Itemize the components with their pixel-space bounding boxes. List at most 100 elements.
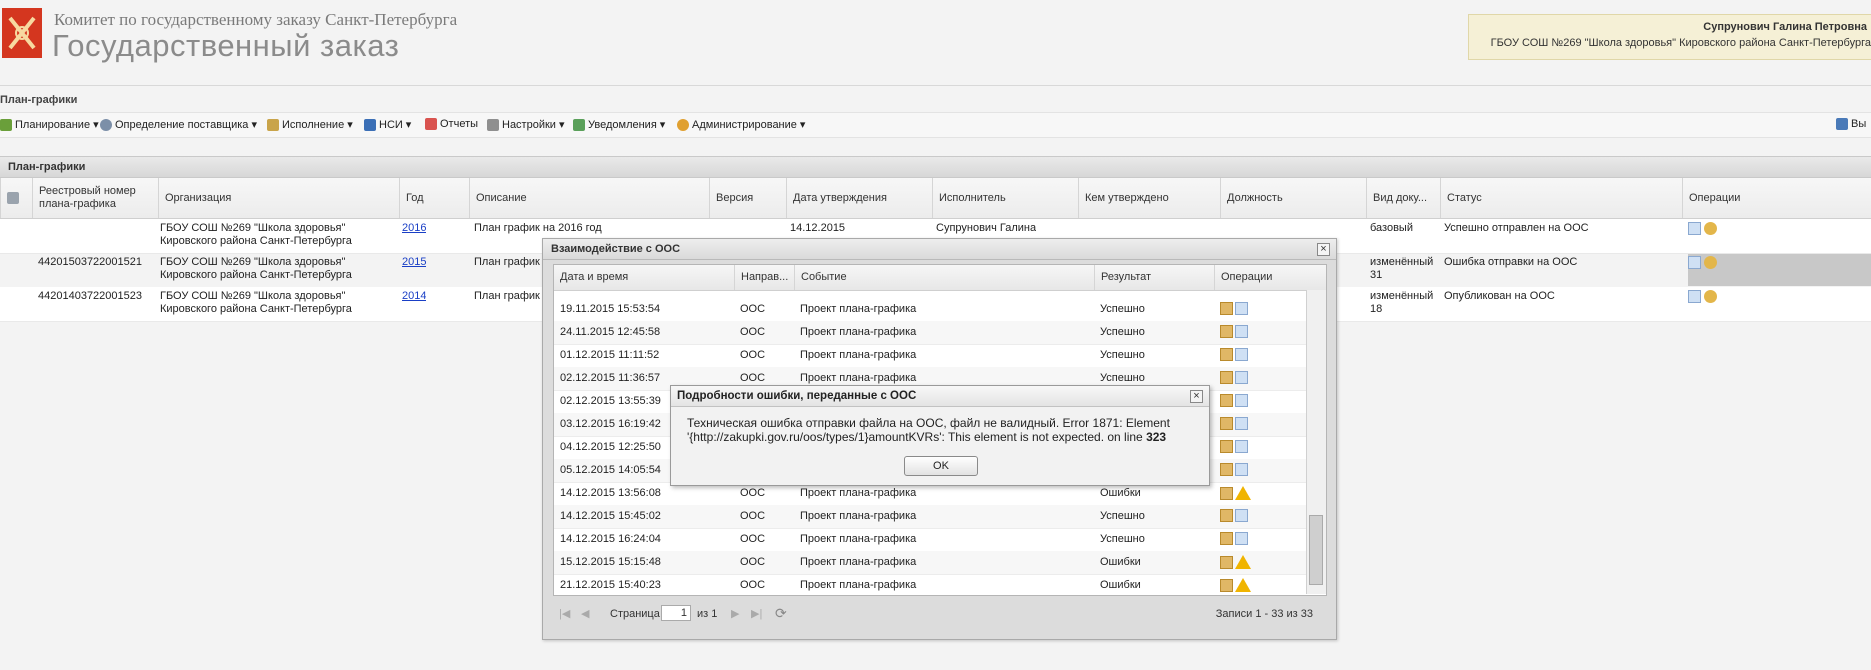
menu-supplier[interactable]: Определение поставщика ▾ [100, 118, 257, 131]
page-input[interactable]: 1 [661, 605, 691, 621]
menu-nsi[interactable]: НСИ ▾ [364, 118, 411, 131]
menu-administration[interactable]: Администрирование ▾ [677, 118, 805, 131]
document-icon[interactable] [1235, 532, 1248, 545]
list-item[interactable]: 19.11.2015 15:53:54 ООС Проект плана-графи… [554, 298, 1306, 322]
user-organization: ГБОУ СОШ №269 "Школа здоровья" Кировског… [1490, 37, 1871, 49]
exit-button[interactable]: Вы [1836, 118, 1866, 130]
refresh-icon[interactable]: ⟳ [775, 605, 787, 622]
row-org: ГБОУ СОШ №269 "Школа здоровья" Кировского… [160, 256, 352, 282]
package-icon[interactable] [1220, 417, 1233, 430]
row-year-link[interactable]: 2016 [402, 222, 426, 235]
list-item[interactable]: 14.12.2015 15:45:02 ООС Проект плана-графи… [554, 505, 1306, 529]
col-org[interactable]: Организация [158, 178, 399, 218]
document-icon[interactable] [1235, 509, 1248, 522]
coat-of-arms-icon [2, 8, 42, 58]
row-year-link[interactable]: 2014 [402, 290, 426, 303]
package-icon[interactable] [1220, 440, 1233, 453]
log-direction: ООС [740, 303, 766, 315]
document-icon[interactable] [1688, 290, 1701, 303]
log-operations [1220, 325, 1251, 338]
prev-page-icon[interactable]: ◀ [581, 607, 589, 620]
menu-execution[interactable]: Исполнение ▾ [267, 118, 353, 131]
emblem-icon[interactable] [1704, 256, 1717, 269]
package-icon[interactable] [1220, 486, 1233, 500]
error-message-line1: Техническая ошибка отправки файла на ООС… [687, 416, 1170, 430]
document-icon[interactable] [1235, 302, 1248, 315]
row-doc-type-line2: 31 [1370, 269, 1383, 281]
menu-planning[interactable]: Планирование ▾ [0, 118, 99, 131]
list-item[interactable]: 14.12.2015 16:24:04 ООС Проект плана-графи… [554, 528, 1306, 552]
package-icon[interactable] [1220, 394, 1233, 407]
warning-icon[interactable] [1235, 555, 1251, 569]
document-icon[interactable] [1235, 440, 1248, 453]
ooc-col-direction[interactable]: Направ... [734, 265, 794, 290]
list-item[interactable]: 15.12.2015 15:15:48 ООС Проект плана-графи… [554, 551, 1306, 575]
ooc-dialog-titlebar[interactable]: Взаимодействие с ООС × [543, 239, 1336, 260]
row-year-link[interactable]: 2015 [402, 256, 426, 269]
list-item[interactable]: 01.12.2015 11:11:52 ООС Проект плана-графи… [554, 344, 1306, 368]
column-settings[interactable] [0, 178, 32, 218]
col-description[interactable]: Описание [469, 178, 709, 218]
warning-icon[interactable] [1235, 578, 1251, 592]
emblem-icon[interactable] [1704, 290, 1717, 303]
row-operations [1688, 222, 1720, 235]
emblem-icon[interactable] [1704, 222, 1717, 235]
col-executor[interactable]: Исполнитель [932, 178, 1078, 218]
package-icon[interactable] [1220, 555, 1233, 569]
col-operations[interactable]: Операции [1682, 178, 1871, 218]
first-page-icon[interactable]: |◀ [559, 607, 570, 620]
next-page-icon[interactable]: ▶ [731, 607, 739, 620]
list-item[interactable]: 21.12.2015 15:40:23 ООС Проект плана-графи… [554, 574, 1306, 595]
col-position[interactable]: Должность [1220, 178, 1366, 218]
document-icon[interactable] [1235, 394, 1248, 407]
package-icon[interactable] [1220, 302, 1233, 315]
col-year[interactable]: Год [399, 178, 469, 218]
row-number: 44201503722001521 [38, 256, 143, 268]
row-status: Ошибка отправки на ООС [1444, 256, 1578, 268]
col-doc-type[interactable]: Вид доку... [1366, 178, 1440, 218]
col-approval-date[interactable]: Дата утверждения [786, 178, 932, 218]
document-icon[interactable] [1688, 222, 1701, 235]
document-icon[interactable] [1235, 348, 1248, 361]
ok-button[interactable]: OK [904, 456, 978, 476]
row-org-line2: Кировского района Санкт-Петербурга [160, 269, 352, 281]
error-dialog-titlebar[interactable]: Подробности ошибки, переданные с ООС × [671, 386, 1209, 407]
package-icon[interactable] [1220, 371, 1233, 384]
package-icon[interactable] [1220, 325, 1233, 338]
warning-icon[interactable] [1235, 486, 1251, 500]
col-version[interactable]: Версия [709, 178, 786, 218]
last-page-icon[interactable]: ▶| [751, 607, 762, 620]
document-icon[interactable] [1235, 463, 1248, 476]
row-description: План график на 2016 год [474, 222, 602, 234]
close-icon[interactable]: × [1190, 390, 1203, 403]
package-icon[interactable] [1220, 509, 1233, 522]
ooc-col-result[interactable]: Результат [1094, 265, 1214, 290]
ooc-scrollbar[interactable] [1306, 290, 1326, 594]
menu-settings[interactable]: Настройки ▾ [487, 118, 564, 131]
grid-panel-title: План-графики [0, 156, 1871, 178]
dropdown-arrow-icon: ▾ [251, 119, 257, 131]
list-item[interactable]: 24.11.2015 12:45:58 ООС Проект плана-графи… [554, 321, 1306, 345]
menu-reports[interactable]: Отчеты [425, 118, 478, 130]
row-executor: Супрунович Галина [936, 222, 1037, 234]
document-icon[interactable] [1688, 256, 1701, 269]
close-icon[interactable]: × [1317, 243, 1330, 256]
col-approved-by[interactable]: Кем утверждено [1078, 178, 1220, 218]
error-message-line2: '{http://zakupki.gov.ru/oos/types/1}amou… [687, 430, 1147, 444]
document-icon[interactable] [1235, 325, 1248, 338]
ooc-col-event[interactable]: Событие [794, 265, 1094, 290]
package-icon[interactable] [1220, 463, 1233, 476]
menu-notifications[interactable]: Уведомления ▾ [573, 118, 665, 131]
records-count: Записи 1 - 33 из 33 [1215, 608, 1313, 620]
document-icon[interactable] [1235, 417, 1248, 430]
document-icon[interactable] [1235, 371, 1248, 384]
col-number[interactable]: Реестровый номер плана-графика [32, 178, 158, 218]
ooc-scrollbar-thumb[interactable] [1309, 515, 1323, 585]
package-icon[interactable] [1220, 532, 1233, 545]
package-icon[interactable] [1220, 348, 1233, 361]
ooc-col-datetime[interactable]: Дата и время [554, 265, 734, 290]
package-icon[interactable] [1220, 578, 1233, 592]
ooc-col-operations[interactable]: Операции [1214, 265, 1306, 290]
log-operations [1220, 302, 1251, 315]
col-status[interactable]: Статус [1440, 178, 1682, 218]
